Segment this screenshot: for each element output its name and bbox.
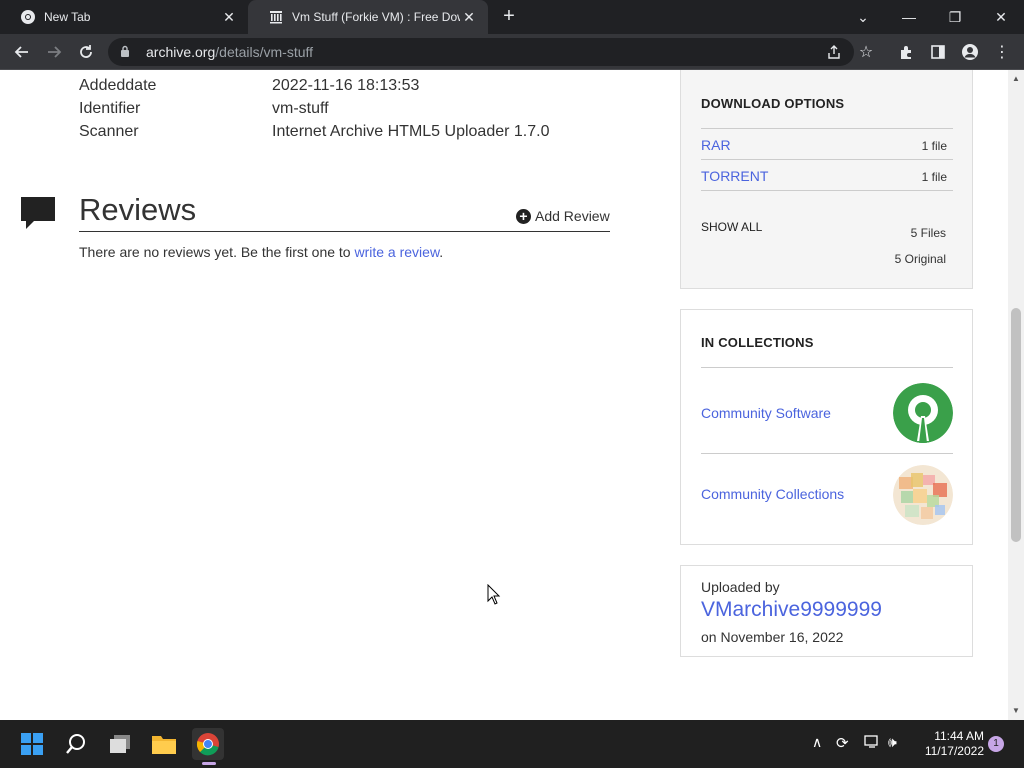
- meta-value-identifier: vm-stuff: [272, 100, 329, 117]
- tab-strip: New Tab ✕ Vm Stuff (Forkie VM) : Free Do…: [0, 0, 1024, 34]
- volume-icon[interactable]: 🕪: [888, 734, 897, 751]
- collection-row-software: Community Software: [701, 367, 953, 453]
- download-options-panel: DOWNLOAD OPTIONS RAR 1 file TORRENT 1 fi…: [680, 70, 973, 289]
- lock-icon: [120, 45, 134, 60]
- network-icon[interactable]: [864, 734, 880, 751]
- reviews-heading: Reviews: [79, 192, 197, 227]
- menu-kebab-icon[interactable]: ⋮: [990, 40, 1014, 64]
- download-row-torrent: TORRENT 1 file: [701, 159, 953, 190]
- side-panel-icon[interactable]: [926, 40, 950, 64]
- active-app-indicator: [202, 762, 216, 765]
- download-row-rar: RAR 1 file: [701, 128, 953, 159]
- tray-chevron-icon[interactable]: ∧: [812, 734, 822, 751]
- tab-title: Vm Stuff (Forkie VM) : Free Down: [292, 10, 460, 24]
- share-icon[interactable]: [822, 40, 846, 64]
- uploader-name-link[interactable]: VMarchive9999999: [701, 598, 882, 622]
- bookmark-star-icon[interactable]: ☆: [854, 40, 878, 64]
- clock-date: 11/17/2022: [924, 744, 984, 758]
- plus-circle-icon: +: [516, 208, 531, 224]
- browser-toolbar: archive.org/details/vm-stuff ☆ ⋮: [0, 34, 1024, 70]
- community-collections-thumbnail[interactable]: [893, 465, 953, 525]
- tab-search-icon[interactable]: ⌄: [840, 0, 886, 34]
- download-options-heading: DOWNLOAD OPTIONS: [701, 96, 845, 111]
- open-source-logo-icon[interactable]: [893, 383, 953, 443]
- upload-date: on November 16, 2022: [701, 629, 844, 645]
- collection-link-community-collections[interactable]: Community Collections: [701, 486, 844, 502]
- collection-row-collections: Community Collections: [701, 453, 953, 533]
- meta-label-identifier: Identifier: [79, 100, 141, 117]
- speech-bubble-icon: [20, 196, 56, 230]
- chrome-icon: [20, 9, 36, 25]
- restore-icon[interactable]: ❐: [932, 0, 978, 34]
- clock-time: 11:44 AM: [934, 729, 984, 743]
- url-path: /details/vm-stuff: [215, 44, 314, 60]
- collections-panel: IN COLLECTIONS Community Software Commun…: [680, 309, 973, 545]
- close-tab-icon[interactable]: ✕: [220, 8, 238, 26]
- scrollbar-thumb[interactable]: [1011, 308, 1021, 542]
- minimize-icon[interactable]: —: [886, 0, 932, 34]
- add-review-label: Add Review: [535, 208, 610, 224]
- windows-taskbar: ∧ ⟳ 🕪 11:44 AM 11/17/2022 1: [0, 720, 1024, 768]
- uploader-panel: Uploaded by VMarchive9999999 on November…: [680, 565, 973, 657]
- close-tab-icon[interactable]: ✕: [460, 8, 478, 26]
- scroll-down-icon[interactable]: ▼: [1008, 704, 1024, 718]
- write-review-link[interactable]: write a review: [354, 244, 439, 260]
- reviews-empty-message: There are no reviews yet. Be the first o…: [79, 244, 443, 260]
- download-count: 1 file: [921, 170, 947, 184]
- download-count: 1 file: [921, 139, 947, 153]
- archive-icon: [268, 9, 284, 25]
- back-icon[interactable]: [10, 40, 34, 64]
- page-scrollbar[interactable]: ▲ ▼: [1008, 70, 1024, 720]
- tab-vm-stuff[interactable]: Vm Stuff (Forkie VM) : Free Down ✕: [248, 0, 488, 34]
- page-content: Addeddate 2022-11-16 18:13:53 Identifier…: [0, 70, 1008, 720]
- show-all-link[interactable]: SHOW ALL: [701, 220, 762, 234]
- windows-start-icon[interactable]: [16, 728, 48, 760]
- files-count: 5 Files: [910, 226, 946, 240]
- forward-icon[interactable]: [42, 40, 66, 64]
- reviews-empty-text: There are no reviews yet. Be the first o…: [79, 244, 355, 260]
- divider: [701, 190, 953, 191]
- close-window-icon[interactable]: ✕: [978, 0, 1024, 34]
- mouse-cursor-icon: [487, 583, 501, 606]
- task-view-icon[interactable]: [104, 728, 136, 760]
- download-link-rar[interactable]: RAR: [701, 137, 731, 153]
- profile-icon[interactable]: [958, 40, 982, 64]
- uploaded-by-label: Uploaded by: [701, 579, 780, 595]
- tab-title: New Tab: [44, 10, 91, 24]
- extensions-icon[interactable]: [894, 40, 918, 64]
- add-review-button[interactable]: + Add Review: [516, 208, 610, 224]
- reviews-empty-suffix: .: [439, 244, 444, 260]
- collection-link-community-software[interactable]: Community Software: [701, 405, 831, 421]
- scroll-up-icon[interactable]: ▲: [1008, 72, 1024, 86]
- file-explorer-icon[interactable]: [148, 728, 180, 760]
- tab-new-tab[interactable]: New Tab ✕: [0, 0, 248, 34]
- original-count: 5 Original: [894, 252, 946, 266]
- download-link-torrent[interactable]: TORRENT: [701, 168, 768, 184]
- meta-label-addeddate: Addeddate: [79, 77, 157, 94]
- notification-badge[interactable]: 1: [988, 736, 1004, 752]
- meta-label-scanner: Scanner: [79, 123, 139, 140]
- meta-value-addeddate: 2022-11-16 18:13:53: [272, 77, 420, 94]
- sync-icon[interactable]: ⟳: [836, 734, 849, 752]
- url-host: archive.org: [146, 44, 216, 60]
- reload-icon[interactable]: [74, 40, 98, 64]
- collections-heading: IN COLLECTIONS: [701, 335, 814, 350]
- meta-value-scanner: Internet Archive HTML5 Uploader 1.7.0: [272, 123, 550, 140]
- chrome-taskbar-icon[interactable]: [192, 728, 224, 765]
- divider: [79, 231, 610, 232]
- taskbar-clock[interactable]: 11:44 AM 11/17/2022: [912, 729, 984, 759]
- new-tab-button[interactable]: +: [498, 6, 520, 28]
- search-icon[interactable]: [60, 728, 92, 760]
- address-bar[interactable]: archive.org/details/vm-stuff: [108, 38, 854, 66]
